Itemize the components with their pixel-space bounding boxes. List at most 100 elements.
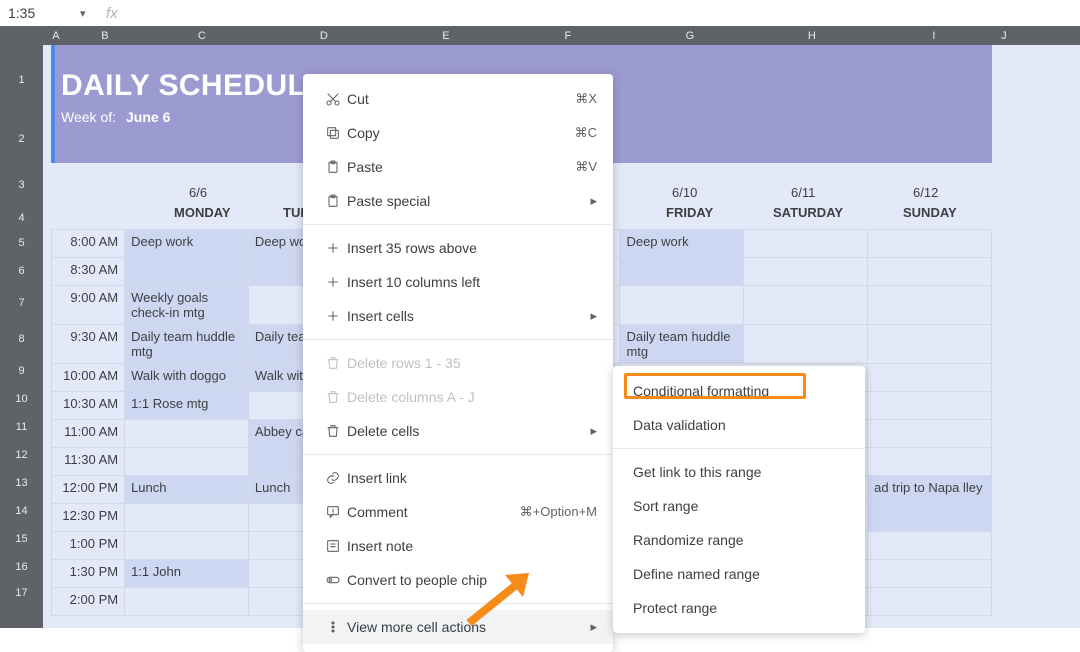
menu-item[interactable]: Insert cells▸ xyxy=(303,299,613,333)
row-header-10[interactable]: 10 xyxy=(0,385,43,413)
menu-item: Delete columns A - J xyxy=(303,380,613,414)
cell[interactable]: 1:1 Rose mtg xyxy=(125,392,249,420)
time-cell: 12:00 PM xyxy=(52,476,125,504)
chevron-right-icon: ▸ xyxy=(590,423,597,439)
row-header-15[interactable]: 15 xyxy=(0,525,43,553)
time-cell: 10:30 AM xyxy=(52,392,125,420)
submenu-item[interactable]: Conditional formatting xyxy=(613,374,865,408)
row-header-16[interactable]: 16 xyxy=(0,553,43,581)
row-header-12[interactable]: 12 xyxy=(0,441,43,469)
menu-item[interactable]: Insert 35 rows above xyxy=(303,231,613,265)
time-cell: 2:00 PM xyxy=(52,588,125,616)
menu-item[interactable]: Comment⌘+Option+M xyxy=(303,495,613,529)
chevron-right-icon: ▸ xyxy=(590,308,597,324)
row-header-8[interactable]: 8 xyxy=(0,321,43,357)
cell[interactable]: Deep work xyxy=(620,230,744,286)
time-cell: 12:30 PM xyxy=(52,504,125,532)
formula-input[interactable] xyxy=(126,5,1072,21)
time-cell: 9:00 AM xyxy=(52,286,125,325)
menu-item: Delete rows 1 - 35 xyxy=(303,346,613,380)
row-header-1[interactable]: 1 xyxy=(0,45,43,115)
cell[interactable] xyxy=(125,504,249,532)
menu-item[interactable]: Convert to people chip xyxy=(303,563,613,597)
col-header-A[interactable]: A xyxy=(43,26,69,45)
submenu-item[interactable]: Sort range xyxy=(613,489,865,523)
col-header-I[interactable]: I xyxy=(873,26,995,45)
col-header-F[interactable]: F xyxy=(507,26,629,45)
cell[interactable] xyxy=(125,448,249,476)
plus-icon xyxy=(319,308,347,324)
time-cell: 11:30 AM xyxy=(52,448,125,476)
paste-icon xyxy=(319,193,347,209)
cell[interactable]: 1:1 John xyxy=(125,560,249,588)
col-header-C[interactable]: C xyxy=(141,26,263,45)
cell[interactable] xyxy=(620,286,744,325)
row-header-7[interactable]: 7 xyxy=(0,285,43,321)
menu-item[interactable]: Insert 10 columns left xyxy=(303,265,613,299)
context-submenu: Conditional formattingData validation Get… xyxy=(613,366,865,633)
time-cell: 10:00 AM xyxy=(52,364,125,392)
submenu-item[interactable]: Data validation xyxy=(613,408,865,442)
row-header-column: 1234567891011121314151617 xyxy=(0,45,43,628)
name-box-input[interactable] xyxy=(0,0,74,26)
col-header-D[interactable]: D xyxy=(263,26,385,45)
link-icon xyxy=(319,470,347,486)
cell[interactable]: Walk with doggo xyxy=(125,364,249,392)
selection-edge xyxy=(51,45,55,163)
row-header-2[interactable]: 2 xyxy=(0,115,43,163)
menu-item[interactable]: View more cell actions▸ xyxy=(303,610,613,644)
note-icon xyxy=(319,538,347,554)
row-header-4[interactable]: 4 xyxy=(0,207,43,229)
menu-item[interactable]: Insert note xyxy=(303,529,613,563)
chevron-right-icon: ▸ xyxy=(590,193,597,209)
time-cell: 8:30 AM xyxy=(52,258,125,286)
row-header-14[interactable]: 14 xyxy=(0,497,43,525)
cell[interactable]: Daily team huddle mtg xyxy=(620,325,744,364)
menu-item[interactable]: Paste⌘V xyxy=(303,150,613,184)
cell[interactable]: Daily team huddle mtg xyxy=(125,325,249,364)
trash-icon xyxy=(319,355,347,371)
col-header-J[interactable]: J xyxy=(995,26,1013,45)
submenu-item[interactable]: Protect range xyxy=(613,591,865,625)
time-cell: 8:00 AM xyxy=(52,230,125,258)
col-header-G[interactable]: G xyxy=(629,26,751,45)
row-header-6[interactable]: 6 xyxy=(0,257,43,285)
row-header-13[interactable]: 13 xyxy=(0,469,43,497)
row-header-3[interactable]: 3 xyxy=(0,163,43,207)
time-cell: 9:30 AM xyxy=(52,325,125,364)
col-header-H[interactable]: H xyxy=(751,26,873,45)
cut-icon xyxy=(319,91,347,107)
row-header-11[interactable]: 11 xyxy=(0,413,43,441)
select-all-corner[interactable] xyxy=(0,26,43,45)
time-cell: 1:30 PM xyxy=(52,560,125,588)
row-header-9[interactable]: 9 xyxy=(0,357,43,385)
trash-icon xyxy=(319,423,347,439)
menu-item[interactable]: Cut⌘X xyxy=(303,82,613,116)
chip-icon xyxy=(319,572,347,588)
cell[interactable]: Deep work xyxy=(125,230,249,286)
row-header-17[interactable]: 17 xyxy=(0,581,43,605)
menu-item[interactable]: Copy⌘C xyxy=(303,116,613,150)
trash-icon xyxy=(319,389,347,405)
submenu-item[interactable]: Get link to this range xyxy=(613,455,865,489)
time-cell: 1:00 PM xyxy=(52,532,125,560)
column-header-row: ABCDEFGHIJ xyxy=(0,26,1080,45)
name-box-dropdown-icon[interactable]: ▾ xyxy=(74,5,92,22)
time-cell: 11:00 AM xyxy=(52,420,125,448)
submenu-item[interactable]: Randomize range xyxy=(613,523,865,557)
copy-icon xyxy=(319,125,347,141)
cell[interactable] xyxy=(125,532,249,560)
cell[interactable]: Weekly goals check-in mtg xyxy=(125,286,249,325)
col-header-E[interactable]: E xyxy=(385,26,507,45)
col-header-B[interactable]: B xyxy=(69,26,141,45)
row-header-5[interactable]: 5 xyxy=(0,229,43,257)
plus-icon xyxy=(319,274,347,290)
cell[interactable]: Lunch xyxy=(125,476,249,504)
cell[interactable] xyxy=(125,588,249,616)
menu-item[interactable]: Delete cells▸ xyxy=(303,414,613,448)
submenu-item[interactable]: Define named range xyxy=(613,557,865,591)
fx-icon: fx xyxy=(106,5,118,22)
menu-item[interactable]: Insert link xyxy=(303,461,613,495)
cell[interactable] xyxy=(125,420,249,448)
menu-item[interactable]: Paste special▸ xyxy=(303,184,613,218)
